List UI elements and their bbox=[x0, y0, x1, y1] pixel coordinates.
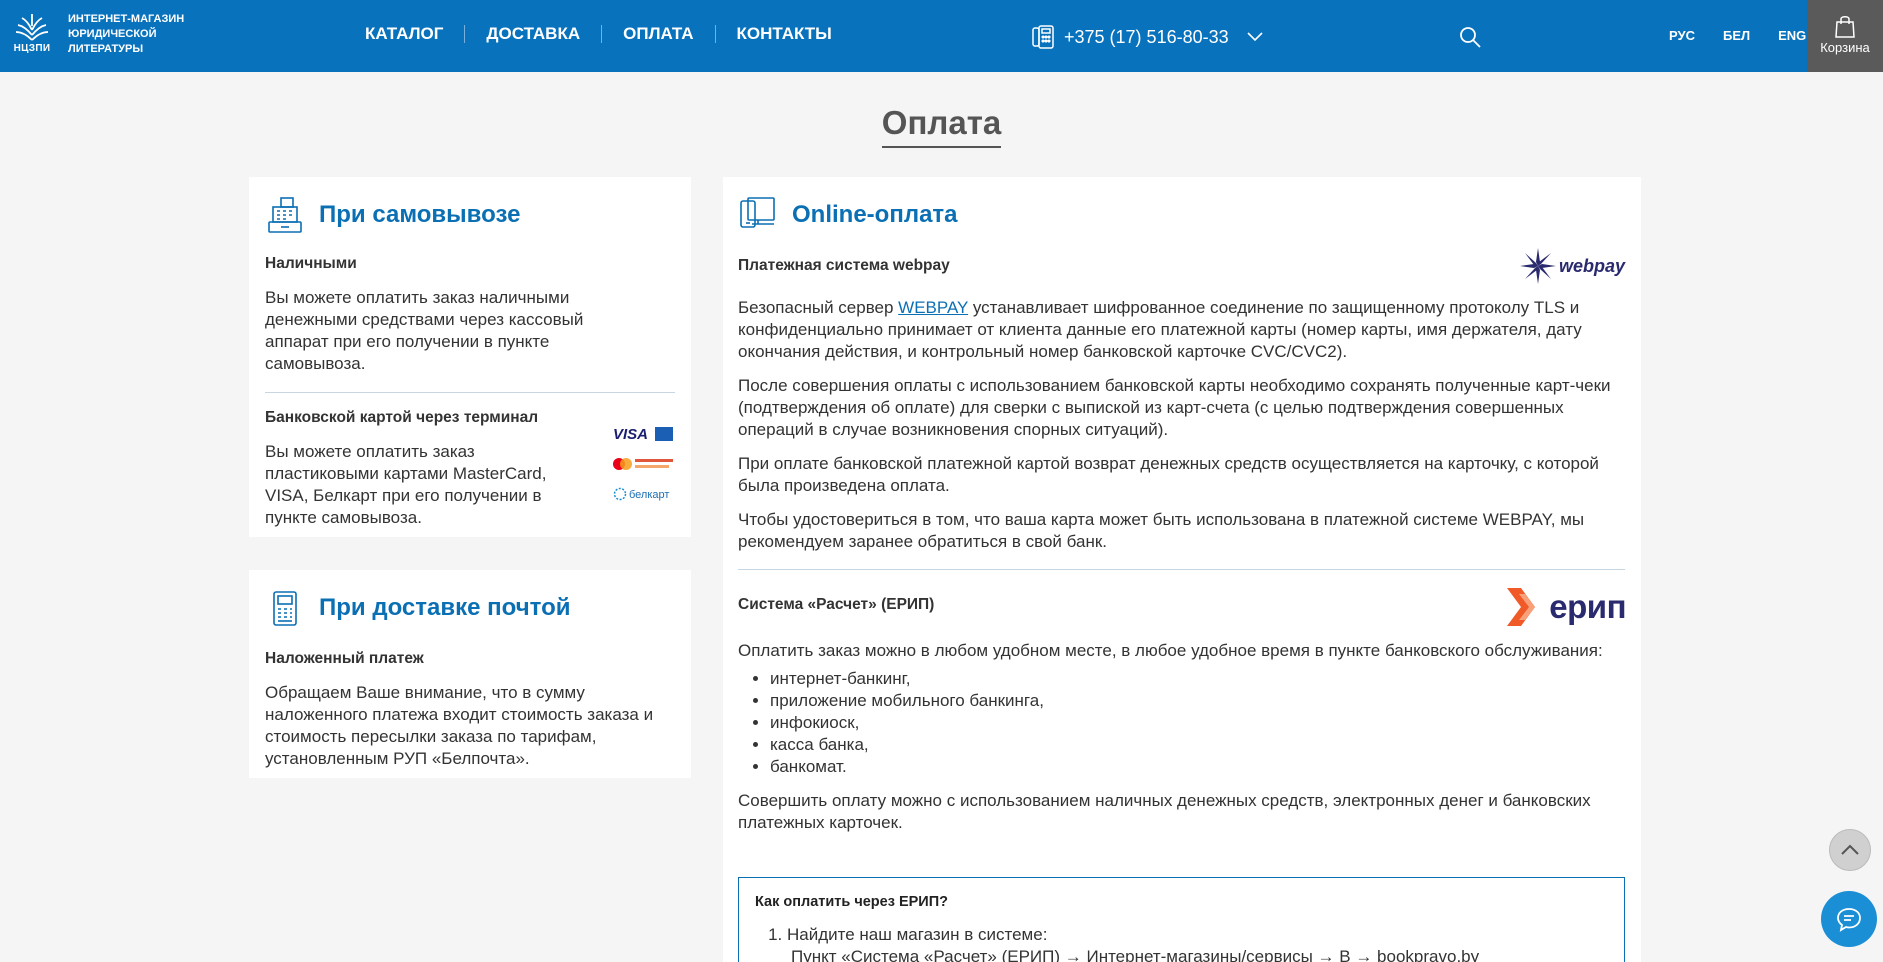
visa-logo: VISA bbox=[613, 419, 673, 449]
svg-text:белкарт: белкарт bbox=[629, 489, 669, 501]
nav-divider bbox=[464, 25, 466, 43]
mastercard-logo bbox=[613, 449, 673, 479]
logo-abbreviation: НЦЗПИ bbox=[13, 43, 51, 54]
list-item: касса банка, bbox=[770, 734, 1625, 756]
erip-heading: Система «Расчет» (ЕРИП) bbox=[738, 596, 935, 613]
erip-step-path: Пункт «Система «Расчет» (ЕРИП) → Интерне… bbox=[791, 947, 1480, 962]
phone-number: +375 (17) 516-80-33 bbox=[1064, 26, 1229, 47]
cod-text: Обращаем Ваше внимание, что в сумму нало… bbox=[265, 683, 654, 768]
erip-paragraph-1: Оплатить заказ можно в любом удобном мес… bbox=[738, 641, 1603, 660]
site-logo[interactable]: НЦЗПИ ИНТЕРНЕТ-МАГАЗИН ЮРИДИЧЕСКОЙ ЛИТЕР… bbox=[12, 12, 198, 57]
cash-text: Вы можете оплатить заказ наличными денеж… bbox=[265, 288, 584, 373]
payment-terminal-icon bbox=[273, 591, 297, 626]
pickup-payment-card: При самовывозе Наличными Вы можете оплат… bbox=[249, 177, 691, 537]
erip-paragraph-2: Совершить оплату можно с использованием … bbox=[738, 791, 1591, 832]
phone-icon bbox=[1032, 25, 1054, 49]
chat-button[interactable] bbox=[1821, 891, 1877, 947]
list-item: приложение мобильного банкинга, bbox=[770, 690, 1625, 712]
devices-icon bbox=[740, 197, 775, 228]
post-payment-card: При доставке почтой Наложенный платеж Об… bbox=[249, 570, 691, 778]
card-title: При самовывозе bbox=[319, 201, 521, 228]
webpay-paragraph-3: При оплате банковской платежной картой в… bbox=[738, 454, 1599, 495]
cod-heading: Наложенный платеж bbox=[265, 650, 424, 667]
erip-wordmark: ерип bbox=[1549, 588, 1626, 625]
lang-ru[interactable]: РУС bbox=[1669, 28, 1695, 43]
main-nav: КАТАЛОГ ДОСТАВКА ОПЛАТА КОНТАКТЫ bbox=[365, 24, 832, 44]
card-header: При самовывозе bbox=[265, 193, 675, 237]
erip-box-title: Как оплатить через ЕРИП? bbox=[755, 894, 949, 910]
cash-heading: Наличными bbox=[265, 255, 357, 272]
webpay-logo: webpay bbox=[1519, 247, 1625, 285]
erip-step: Найдите наш магазин в системе: Пункт «Си… bbox=[787, 924, 1608, 962]
erip-steps-list: Найдите наш магазин в системе: Пункт «Си… bbox=[755, 924, 1608, 962]
search-icon[interactable] bbox=[1458, 25, 1482, 49]
svg-text:VISA: VISA bbox=[613, 426, 648, 443]
divider bbox=[265, 392, 675, 393]
shopping-bag-icon bbox=[1835, 16, 1855, 38]
page-title: Оплата bbox=[881, 104, 1002, 148]
cash-register-icon bbox=[268, 197, 302, 233]
erip-chevrons-icon bbox=[1507, 588, 1536, 626]
list-item: интернет-банкинг, bbox=[770, 668, 1625, 690]
card-header: При доставке почтой bbox=[265, 586, 675, 630]
webpay-wordmark: webpay bbox=[1558, 255, 1625, 276]
scroll-to-top-button[interactable] bbox=[1829, 829, 1871, 871]
card-terminal-text: Вы можете оплатить заказ пластиковыми ка… bbox=[265, 442, 547, 527]
belkart-logo: белкарт bbox=[613, 479, 673, 509]
card-title: При доставке почтой bbox=[319, 594, 571, 621]
lang-en[interactable]: ENG bbox=[1778, 28, 1806, 43]
book-logo-icon bbox=[15, 14, 49, 41]
lang-by[interactable]: БЕЛ bbox=[1723, 28, 1750, 43]
phone-dropdown[interactable]: +375 (17) 516-80-33 bbox=[1030, 24, 1263, 50]
chat-bubble-icon bbox=[1837, 908, 1861, 932]
site-header: НЦЗПИ ИНТЕРНЕТ-МАГАЗИН ЮРИДИЧЕСКОЙ ЛИТЕР… bbox=[0, 0, 1883, 72]
nav-divider bbox=[714, 25, 716, 43]
payment-card-logos: VISA белкарт bbox=[611, 419, 673, 509]
chevron-down-icon bbox=[1247, 32, 1263, 42]
webpay-link[interactable]: WEBPAY bbox=[898, 298, 968, 317]
page-title-wrap: Оплата bbox=[0, 104, 1883, 148]
nav-delivery[interactable]: ДОСТАВКА bbox=[486, 24, 580, 44]
webpay-paragraph-1: Безопасный сервер WEBPAY устанавливает ш… bbox=[738, 298, 1582, 361]
cart-button[interactable]: Корзина bbox=[1807, 0, 1883, 72]
online-payment-card: Online-оплата Платежная система webpay w… bbox=[723, 177, 1641, 962]
webpay-heading: Платежная система webpay bbox=[738, 257, 950, 274]
webpay-paragraph-4: Чтобы удостовериться в том, что ваша кар… bbox=[738, 510, 1585, 551]
webpay-star-icon bbox=[1519, 248, 1556, 284]
nav-contacts[interactable]: КОНТАКТЫ bbox=[737, 24, 832, 44]
list-item: банкомат. bbox=[770, 756, 1625, 778]
logo-mark: НЦЗПИ bbox=[12, 12, 52, 54]
webpay-paragraph-2: После совершения оплаты с использованием… bbox=[738, 376, 1611, 439]
chevron-up-icon bbox=[1841, 844, 1859, 855]
list-item: инфокиоск, bbox=[770, 712, 1625, 734]
erip-logo: ерип bbox=[1505, 586, 1626, 628]
card-header: Online-оплата bbox=[738, 193, 1625, 237]
logo-text: ИНТЕРНЕТ-МАГАЗИН ЮРИДИЧЕСКОЙ ЛИТЕРАТУРЫ bbox=[68, 13, 185, 55]
erip-channels-list: интернет-банкинг, приложение мобильного … bbox=[738, 668, 1625, 778]
erip-instructions-box: Как оплатить через ЕРИП? Найдите наш маг… bbox=[738, 877, 1625, 962]
nav-catalog[interactable]: КАТАЛОГ bbox=[365, 24, 443, 44]
divider bbox=[738, 569, 1625, 570]
card-title: Online-оплата bbox=[792, 201, 958, 228]
nav-payment[interactable]: ОПЛАТА bbox=[623, 24, 693, 44]
nav-divider bbox=[601, 25, 603, 43]
cart-label: Корзина bbox=[1820, 40, 1870, 55]
